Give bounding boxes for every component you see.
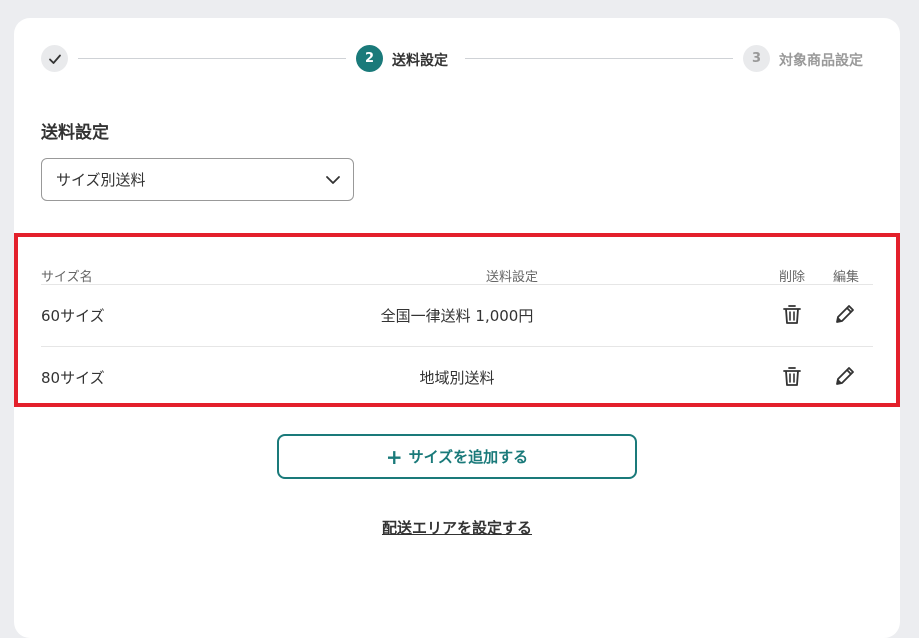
check-icon [48,54,61,64]
plus-icon: + [385,444,403,469]
select-value: サイズ別送料 [56,171,146,189]
size-table: サイズ名 送料設定 削除 編集 60サイズ 全国一律送料 1,000円 80サイ… [41,266,873,408]
pencil-icon[interactable] [833,302,857,326]
add-size-label: サイズを追加する [408,448,529,466]
stepper: 2 送料設定 3 対象商品設定 [41,45,873,73]
delivery-area-link[interactable]: 配送エリアを設定する [14,517,900,538]
step-3-number: 3 [743,45,770,72]
trash-icon[interactable] [780,302,804,326]
add-size-button[interactable]: + サイズを追加する [277,434,637,479]
step-2-number: 2 [356,45,383,72]
pencil-icon[interactable] [833,364,857,388]
header-edit: 編集 [833,270,860,285]
shipping-type-select[interactable]: サイズ別送料 [41,158,354,201]
table-row: 80サイズ 地域別送料 [41,347,873,408]
step-1-completed[interactable] [41,45,68,72]
shipping-setting: 全国一律送料 1,000円 [380,307,534,325]
chevron-down-icon [326,176,340,184]
step-3-label: 対象商品設定 [779,53,863,69]
header-delete: 削除 [779,270,806,285]
table-row: 60サイズ 全国一律送料 1,000円 [41,285,873,347]
trash-icon[interactable] [780,364,804,388]
shipping-setting: 地域別送料 [419,369,495,387]
header-shipping-setting: 送料設定 [486,270,539,285]
settings-card: 2 送料設定 3 対象商品設定 送料設定 サイズ別送料 サイズ名 送料設定 削除… [14,18,900,638]
table-header: サイズ名 送料設定 削除 編集 [41,266,873,285]
section-title: 送料設定 [41,123,109,143]
stepper-line [465,58,733,59]
header-size-name: サイズ名 [41,270,93,285]
step-2-label: 送料設定 [392,53,448,69]
stepper-line [78,58,346,59]
